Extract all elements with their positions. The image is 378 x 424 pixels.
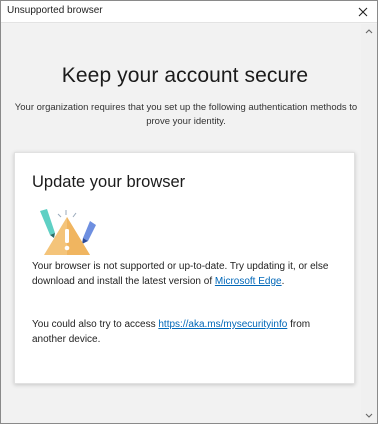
alternative-message: You could also try to access https://aka… <box>32 318 332 347</box>
page-subtext: Your organization requires that you set … <box>14 102 358 127</box>
update-browser-card: Update your browser Your browser is not … <box>14 152 355 384</box>
alternative-text: You could also try to access <box>32 319 159 330</box>
scroll-down-button[interactable] <box>361 409 377 423</box>
vertical-scrollbar[interactable] <box>361 24 377 423</box>
chevron-down-icon <box>365 413 373 418</box>
microsoft-edge-link[interactable]: Microsoft Edge <box>215 276 282 287</box>
scroll-up-button[interactable] <box>361 24 377 38</box>
card-title: Update your browser <box>32 173 186 191</box>
page-heading: Keep your account secure <box>61 64 309 87</box>
title-bar: Unsupported browser <box>1 1 377 23</box>
mysecurityinfo-link[interactable]: https://aka.ms/mysecurityinfo <box>158 319 287 330</box>
close-button[interactable] <box>349 1 377 23</box>
window-title: Unsupported browser <box>7 5 103 16</box>
dialog-window: Unsupported browser Keep your account se… <box>0 0 378 424</box>
unsupported-text-end: . <box>281 275 285 287</box>
close-icon <box>358 7 368 17</box>
chevron-up-icon <box>365 29 373 34</box>
unsupported-message: Your browser is not supported or up-to-d… <box>32 260 332 289</box>
warning-triangle-icon <box>40 209 96 255</box>
page-content: Keep your account secure Your organizati… <box>1 24 361 423</box>
